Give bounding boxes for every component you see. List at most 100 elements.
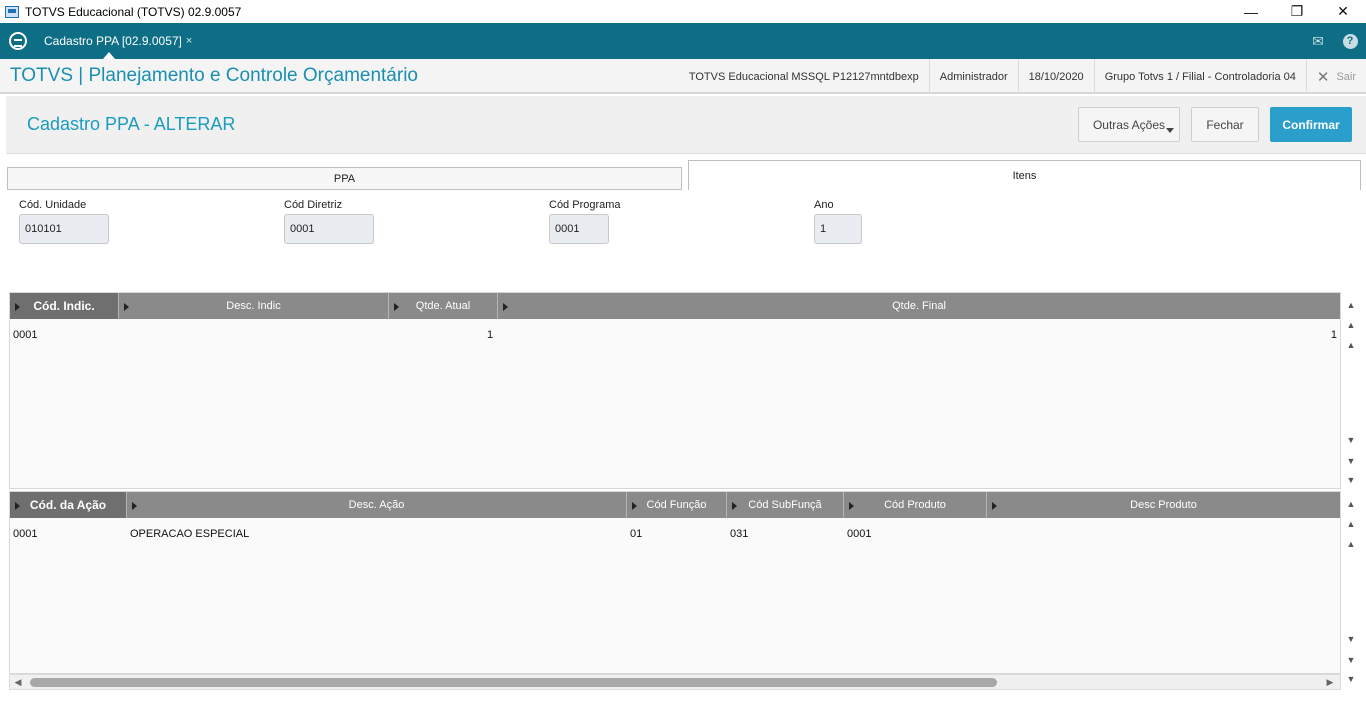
scroll-top-icon[interactable]: ▲ [1342, 296, 1360, 314]
ano-input[interactable]: 1 [814, 214, 862, 244]
column-arrow-icon [849, 502, 854, 510]
scroll-up-icon[interactable]: ▲ [1342, 535, 1360, 553]
cod-unidade-label: Cód. Unidade [19, 199, 87, 211]
scroll-down-icon[interactable]: ▼ [1342, 431, 1360, 449]
outras-acoes-button[interactable]: Outras Ações [1078, 107, 1180, 142]
column-arrow-icon [632, 502, 637, 510]
window-titlebar: TOTVS Educacional (TOTVS) 02.9.0057 — ❐ … [0, 0, 1366, 23]
scroll-page-up-icon[interactable]: ▲ [1342, 515, 1360, 533]
cod-programa-input[interactable]: 0001 [549, 214, 609, 244]
minimize-button[interactable]: — [1228, 0, 1274, 23]
hscroll-thumb[interactable] [30, 678, 997, 687]
cell-qtde-final: 1 [1330, 329, 1337, 341]
cod-unidade-input[interactable]: 010101 [19, 214, 109, 244]
tab-label: Cadastro PPA [02.9.0057] [44, 34, 182, 48]
cod-programa-label: Cód Programa [549, 199, 621, 211]
window-controls: — ❐ ✕ [1228, 0, 1366, 23]
fechar-button[interactable]: Fechar [1191, 107, 1259, 142]
scroll-page-up-icon[interactable]: ▲ [1342, 316, 1360, 334]
date-label: 18/10/2020 [1017, 59, 1094, 94]
indicadores-grid-header: Cód. Indic. Desc. Indic Qtde. Atual Qtde… [10, 293, 1340, 319]
help-icon: ? [1342, 33, 1358, 49]
acoes-grid-header: Cód. da Ação Desc. Ação Cód Função Cód S… [10, 492, 1340, 518]
scroll-page-down-icon[interactable]: ▼ [1342, 452, 1360, 470]
scroll-bottom-icon[interactable]: ▼ [1342, 670, 1360, 688]
chevron-down-icon [1166, 128, 1174, 133]
cod-diretriz-label: Cód Diretriz [284, 199, 343, 211]
column-label: Qtde. Final [892, 300, 946, 312]
column-arrow-icon [132, 502, 137, 510]
scroll-left-icon[interactable]: ◀ [12, 676, 24, 688]
outras-acoes-label: Outras Ações [1092, 117, 1166, 132]
cell-cod-funcao: 01 [630, 528, 643, 540]
exit-button[interactable]: ✕ Sair [1305, 59, 1366, 94]
scroll-right-icon[interactable]: ▶ [1324, 676, 1336, 688]
column-cod-subfuncao[interactable]: Cód SubFunçã [727, 492, 844, 518]
maximize-button[interactable]: ❐ [1274, 0, 1320, 23]
scroll-bottom-icon[interactable]: ▼ [1342, 471, 1360, 489]
column-cod-produto[interactable]: Cód Produto [844, 492, 987, 518]
help-button[interactable]: ? [1334, 23, 1366, 59]
exit-icon: ✕ [1316, 68, 1330, 86]
mail-icon[interactable]: ✉ [1302, 23, 1334, 59]
column-label: Cód SubFunçã [748, 499, 822, 511]
acoes-grid: Cód. da Ação Desc. Ação Cód Função Cód S… [9, 491, 1341, 674]
tab-ppa[interactable]: PPA [7, 167, 682, 190]
column-qtde-final[interactable]: Qtde. Final [498, 293, 1340, 319]
ano-label: Ano [814, 199, 834, 211]
column-desc-produto[interactable]: Desc Produto [987, 492, 1340, 518]
cell-cod-subfuncao: 031 [730, 528, 749, 540]
field-cod-diretriz: Cód Diretriz 0001 [284, 199, 374, 244]
totvs-logo-icon[interactable] [9, 32, 27, 50]
column-cod-funcao[interactable]: Cód Função [627, 492, 727, 518]
indicadores-vscroll[interactable]: ▲ ▲ ▲ ▼ ▼ ▼ [1342, 294, 1360, 490]
close-window-button[interactable]: ✕ [1320, 0, 1366, 23]
column-label: Cód. da Ação [29, 498, 107, 512]
cell-cod-indic: 0001 [13, 329, 38, 341]
field-ano: Ano 1 [814, 199, 862, 244]
confirmar-button[interactable]: Confirmar [1270, 107, 1352, 142]
cell-qtde-atual: 1 [487, 329, 494, 341]
column-label: Qtde. Atual [415, 300, 471, 312]
column-label: Cód Função [646, 499, 707, 511]
tabstrip-right-icons: ✉ ? [1302, 23, 1366, 59]
column-label: Cód. Indic. [33, 299, 95, 313]
table-row[interactable]: 0001 OPERACAO ESPECIAL 01 031 0001 [10, 526, 1340, 544]
cod-diretriz-input[interactable]: 0001 [284, 214, 374, 244]
user-label: Administrador [928, 59, 1018, 94]
scroll-page-down-icon[interactable]: ▼ [1342, 651, 1360, 669]
cell-cod-produto: 0001 [847, 528, 872, 540]
column-arrow-icon [503, 303, 508, 311]
acoes-vscroll[interactable]: ▲ ▲ ▲ ▼ ▼ ▼ [1342, 493, 1360, 689]
active-tab-pointer [103, 52, 115, 59]
tab-itens[interactable]: Itens [688, 160, 1361, 190]
column-desc-indic[interactable]: Desc. Indic [119, 293, 389, 319]
tab-close-icon[interactable]: × [186, 35, 192, 47]
column-cod-acao[interactable]: Cód. da Ação [10, 492, 127, 518]
column-cod-indic[interactable]: Cód. Indic. [10, 293, 119, 319]
column-arrow-icon [732, 502, 737, 510]
scroll-top-icon[interactable]: ▲ [1342, 495, 1360, 513]
column-arrow-icon [15, 303, 20, 311]
column-desc-acao[interactable]: Desc. Ação [127, 492, 627, 518]
acoes-hscroll[interactable]: ◀ ▶ [9, 674, 1341, 690]
environment-label: TOTVS Educacional MSSQL P12127mntdbexp [688, 70, 919, 83]
column-arrow-icon [15, 502, 20, 510]
tab-cadastro-ppa[interactable]: Cadastro PPA [02.9.0057] × [37, 23, 199, 59]
scroll-up-icon[interactable]: ▲ [1342, 336, 1360, 354]
field-cod-unidade: Cód. Unidade 010101 [19, 199, 109, 244]
window-title: TOTVS Educacional (TOTVS) 02.9.0057 [25, 4, 242, 19]
exit-label: Sair [1336, 70, 1356, 83]
column-label: Desc. Ação [348, 499, 405, 511]
scroll-down-icon[interactable]: ▼ [1342, 630, 1360, 648]
table-row[interactable]: 0001 1 1 [10, 327, 1340, 345]
column-arrow-icon [992, 502, 997, 510]
app-window-icon [5, 5, 19, 18]
cell-desc-acao: OPERACAO ESPECIAL [130, 528, 250, 540]
app-header: TOTVS | Planejamento e Controle Orçament… [0, 59, 1366, 94]
column-arrow-icon [124, 303, 129, 311]
column-qtde-atual[interactable]: Qtde. Atual [389, 293, 498, 319]
column-label: Desc. Indic [226, 300, 281, 312]
column-label: Cód Produto [884, 499, 946, 511]
company-label[interactable]: Grupo Totvs 1 / Filial - Controladoria 0… [1093, 59, 1306, 94]
